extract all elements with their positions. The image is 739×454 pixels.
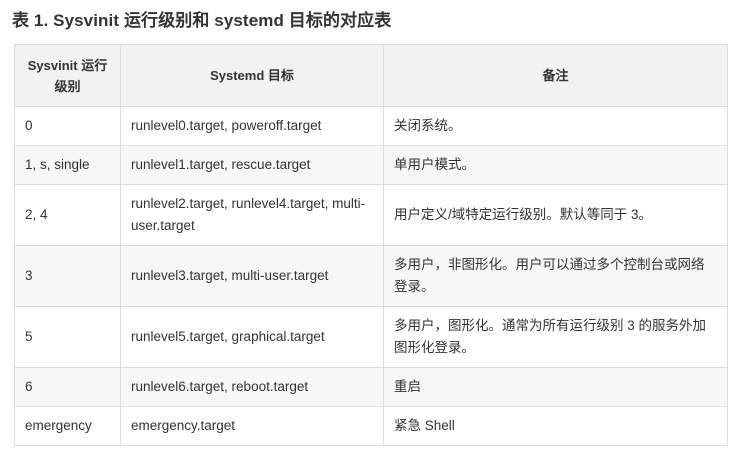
target-cell: runlevel3.target, multi-user.target <box>120 245 384 307</box>
table-row: 5 runlevel5.target, graphical.target 多用户… <box>14 306 728 368</box>
notes-cell: 紧急 Shell <box>383 406 728 446</box>
page-title: 表 1. Sysvinit 运行级别和 systemd 目标的对应表 <box>12 11 392 30</box>
column-header-systemd: Systemd 目标 <box>120 44 384 107</box>
column-header-sysvinit: Sysvinit 运行级别 <box>14 44 121 107</box>
table-row: emergency emergency.target 紧急 Shell <box>14 406 728 446</box>
runlevel-cell: 5 <box>14 306 121 368</box>
runlevel-cell: 2, 4 <box>14 184 121 246</box>
target-cell: emergency.target <box>120 406 384 446</box>
runlevel-cell: emergency <box>14 406 121 446</box>
notes-cell: 重启 <box>383 367 728 407</box>
notes-cell: 多用户，图形化。通常为所有运行级别 3 的服务外加图形化登录。 <box>383 306 728 368</box>
target-cell: runlevel6.target, reboot.target <box>120 367 384 407</box>
target-cell: runlevel1.target, rescue.target <box>120 145 384 185</box>
runlevel-cell: 6 <box>14 367 121 407</box>
column-header-notes: 备注 <box>383 44 728 107</box>
table-header-row: Sysvinit 运行级别 Systemd 目标 备注 <box>14 44 728 107</box>
target-cell: runlevel0.target, poweroff.target <box>120 106 384 146</box>
notes-cell: 单用户模式。 <box>383 145 728 185</box>
table-row: 1, s, single runlevel1.target, rescue.ta… <box>14 145 728 185</box>
notes-cell: 多用户，非图形化。用户可以通过多个控制台或网络登录。 <box>383 245 728 307</box>
runlevel-cell: 3 <box>14 245 121 307</box>
table-row: 0 runlevel0.target, poweroff.target 关闭系统… <box>14 106 728 146</box>
runlevel-mapping-table: Sysvinit 运行级别 Systemd 目标 备注 0 runlevel0.… <box>14 44 728 446</box>
target-cell: runlevel2.target, runlevel4.target, mult… <box>120 184 384 246</box>
runlevel-cell: 1, s, single <box>14 145 121 185</box>
target-cell: runlevel5.target, graphical.target <box>120 306 384 368</box>
notes-cell: 用户定义/域特定运行级别。默认等同于 3。 <box>383 184 728 246</box>
notes-cell: 关闭系统。 <box>383 106 728 146</box>
table-row: 3 runlevel3.target, multi-user.target 多用… <box>14 245 728 307</box>
runlevel-cell: 0 <box>14 106 121 146</box>
table-row: 2, 4 runlevel2.target, runlevel4.target,… <box>14 184 728 246</box>
table-row: 6 runlevel6.target, reboot.target 重启 <box>14 367 728 407</box>
